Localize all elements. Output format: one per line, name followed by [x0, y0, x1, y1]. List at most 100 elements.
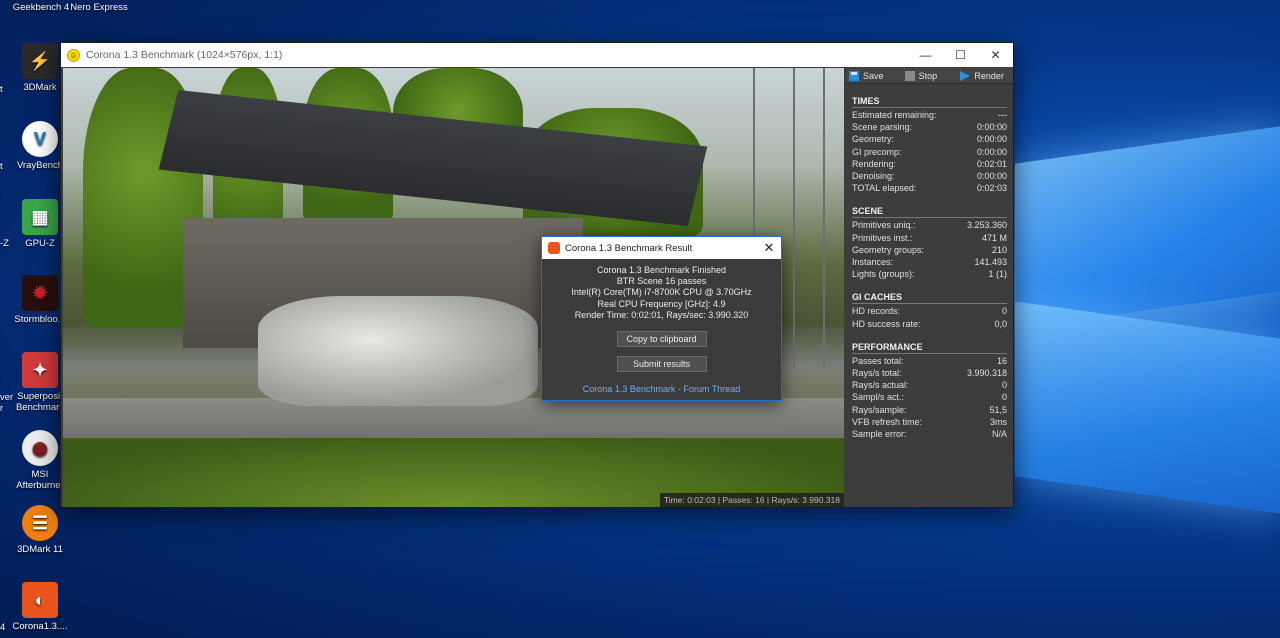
result-line: Render Time: 0:02:01, Rays/sec: 3.990.32… [574, 309, 749, 320]
armored-vehicle-render [258, 296, 538, 406]
stop-icon [904, 70, 915, 81]
save-button[interactable]: Save [846, 68, 902, 83]
window-title: Corona 1.3 Benchmark (1024×576px, 1:1) [86, 49, 283, 61]
stat-label: HD records: [852, 306, 901, 317]
stat-row: Sampl/s act.: 0 [852, 391, 1007, 403]
stat-value: 0:00:00 [976, 122, 1007, 133]
stat-row: Rays/s actual: 0 [852, 379, 1007, 391]
stat-row: Sample error: N/A [852, 428, 1007, 440]
stat-value: 16 [996, 355, 1007, 366]
stat-row: Geometry: 0:00:00 [852, 133, 1007, 145]
superposition-icon: ✦ [22, 352, 58, 388]
result-line: Corona 1.3 Benchmark Finished [596, 265, 727, 275]
gi-caches-section: GI CACHES HD records: 0 HD success rate: 0,… [852, 292, 1007, 329]
window-titlebar[interactable]: ☺ Corona 1.3 Benchmark (1024×576px, 1:1)… [61, 43, 1013, 67]
stat-row: Rendering: 0:02:01 [852, 158, 1007, 170]
stat-value: 3ms [989, 416, 1007, 427]
stat-label: Rays/s total: [852, 368, 902, 379]
desktop-icon-3dmark-11[interactable]: ☰ 3DMark 11 [12, 505, 68, 555]
stat-label: Sample error: [852, 429, 907, 440]
stormblood-icon: ✹ [22, 275, 58, 311]
dialog-body: Corona 1.3 Benchmark Finished BTR Scene … [542, 259, 781, 395]
stop-button[interactable]: Stop [902, 68, 958, 83]
dialog-titlebar[interactable]: Corona 1.3 Benchmark Result ✕ [542, 237, 781, 259]
edge-label: 4 [0, 622, 6, 633]
stat-row: Estimated remaining: --- [852, 109, 1007, 121]
stat-value: 0:02:03 [976, 183, 1007, 194]
stat-value: 3.253.360 [966, 220, 1007, 231]
play-icon [960, 70, 971, 81]
scene-section: SCENE Primitives uniq.: 3.253.360 Primitiv… [852, 206, 1007, 280]
stat-value: --- [998, 110, 1007, 120]
stat-value: 141.493 [974, 257, 1007, 268]
scene-heading: SCENE [852, 206, 1007, 219]
windows-logo-wallpaper [1015, 105, 1280, 525]
stat-label: Geometry groups: [852, 244, 925, 255]
stat-label: TOTAL elapsed: [852, 183, 917, 194]
stat-value: 0 [1001, 392, 1007, 403]
desktop-icon-corona[interactable]: ◐ Corona1.3.... [12, 582, 68, 632]
stat-row: HD success rate: 0,0 [852, 318, 1007, 330]
stat-label: Sampl/s act.: [852, 392, 905, 403]
submit-results-button[interactable]: Submit results [616, 356, 707, 373]
stat-value: 0 [1001, 380, 1007, 391]
performance-heading: PERFORMANCE [852, 342, 1007, 354]
stat-label: Estimated remaining: [852, 110, 937, 120]
corona-icon: ◐ [22, 582, 58, 618]
copy-to-clipboard-button[interactable]: Copy to clipboard [616, 331, 707, 348]
stat-value: 0,0 [994, 318, 1007, 329]
forum-thread-link[interactable]: Corona 1.3 Benchmark - Forum Thread [542, 384, 781, 395]
3dmark11-icon: ☰ [22, 505, 58, 541]
result-line: BTR Scene 16 passes [616, 276, 707, 287]
edge-label: ver [0, 392, 14, 403]
stat-row: GI precomp: 0:00:00 [852, 146, 1007, 158]
stat-row: Rays/s total: 3.990.318 [852, 367, 1007, 379]
stat-value: 0:00:00 [976, 134, 1007, 145]
corona-benchmark-window: ☺ Corona 1.3 Benchmark (1024×576px, 1:1)… [60, 42, 1014, 508]
stat-row: Primitives inst.: 471 M [852, 232, 1007, 244]
stat-row: Scene parsing: 0:00:00 [852, 121, 1007, 133]
render-button[interactable]: Render [957, 68, 1013, 83]
stat-label: GI precomp: [852, 146, 902, 157]
stat-label: VFB refresh time: [852, 416, 923, 427]
stat-label: Primitives inst.: [852, 232, 913, 243]
stat-row: Rays/sample: 51,5 [852, 404, 1007, 416]
stat-value: N/A [991, 429, 1007, 440]
stat-value: 0:00:00 [976, 171, 1007, 182]
result-line: Intel(R) Core(TM) i7-8700K CPU @ 3.70GHz [571, 287, 752, 298]
times-heading: TIMES [852, 96, 1007, 108]
stat-label: Rays/sample: [852, 404, 907, 415]
stat-label: Primitives uniq.: [852, 220, 916, 231]
render-status-bar: Time: 0:02:03 | Passes: 16 | Rays/s: 3.9… [659, 493, 844, 507]
edge-label: r [0, 403, 4, 414]
dialog-title: Corona 1.3 Benchmark Result [565, 242, 693, 254]
result-line: Real CPU Frequency [GHz]: 4.9 [597, 298, 726, 309]
maximize-button[interactable]: ☐ [943, 43, 978, 67]
edge-label: -Z [0, 238, 9, 249]
stat-label: Scene parsing: [852, 122, 913, 133]
vray-icon: V [22, 121, 58, 157]
stat-value: 0 [1001, 306, 1007, 317]
desktop-icon-geekbench[interactable]: Geekbench 4 [12, 2, 70, 13]
stat-row: Instances: 141.493 [852, 256, 1007, 268]
performance-section: PERFORMANCE Passes total: 16 Rays/s total:… [852, 342, 1007, 440]
stat-value: 51,5 [989, 404, 1007, 415]
stat-row: Lights (groups): 1 (1) [852, 268, 1007, 280]
toolbar: Save Stop Render [846, 68, 1013, 84]
stat-row: Denoising: 0:00:00 [852, 170, 1007, 182]
minimize-button[interactable]: — [908, 43, 943, 67]
stat-value: 3.990.318 [966, 368, 1007, 379]
dialog-close-button[interactable]: ✕ [757, 240, 781, 256]
close-button[interactable]: ✕ [978, 43, 1013, 67]
stats-panel: Save Stop Render TIMES Estimated remaini… [846, 68, 1013, 507]
corona-logo-icon [548, 242, 560, 254]
stat-value: 1 (1) [988, 269, 1007, 280]
desktop-icon-nero-express[interactable]: Nero Express [70, 2, 128, 13]
stat-row: Primitives uniq.: 3.253.360 [852, 219, 1007, 231]
edge-label: t [0, 161, 3, 172]
3dmark-icon: ⚡ [22, 43, 58, 79]
stat-row: Geometry groups: 210 [852, 244, 1007, 256]
stat-row: Passes total: 16 [852, 355, 1007, 367]
stat-value: 0:02:01 [976, 158, 1007, 169]
stat-value: 0:00:00 [976, 146, 1007, 157]
